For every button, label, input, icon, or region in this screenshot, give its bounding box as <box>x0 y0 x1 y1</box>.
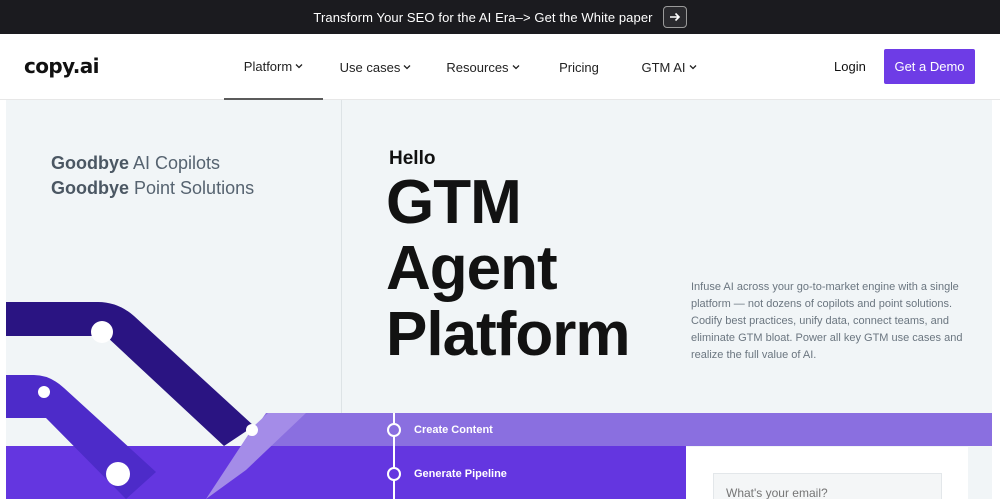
announcement-text[interactable]: Transform Your SEO for the AI Era–> Get … <box>313 10 652 25</box>
nav-item-label: GTM AI <box>641 59 686 75</box>
nav-item-platform[interactable]: Platform <box>224 34 323 100</box>
get-demo-button[interactable]: Get a Demo <box>884 49 975 84</box>
announcement-bar[interactable]: Transform Your SEO for the AI Era–> Get … <box>0 0 1000 34</box>
track-dot <box>246 424 258 436</box>
chevron-down-icon <box>295 64 303 69</box>
step-node <box>387 423 401 437</box>
track-dark <box>6 302 254 446</box>
step-node <box>387 467 401 481</box>
nav-item-label: Resources <box>446 59 509 75</box>
nav-item-use-cases[interactable]: Use cases <box>323 34 428 100</box>
nav-item-label: Pricing <box>559 59 599 75</box>
nav-menu: Platform Use cases Resources Pricing GTM… <box>224 34 718 100</box>
nav-item-resources[interactable]: Resources <box>428 34 538 100</box>
track-dot <box>91 321 113 343</box>
nav-item-label: Platform <box>243 58 293 74</box>
logo[interactable]: copy.ai <box>24 54 99 78</box>
hero-section: Goodbye AI Copilots Goodbye Point Soluti… <box>6 100 992 499</box>
step-create-content[interactable]: Create Content <box>414 424 493 436</box>
nav-item-label: Use cases <box>339 59 401 75</box>
main-nav: copy.ai Platform Use cases Resources Pri… <box>0 34 1000 100</box>
track-dot <box>38 386 50 398</box>
arrow-right-icon[interactable] <box>662 6 687 28</box>
chevron-down-icon <box>689 65 696 70</box>
nav-item-gtm-ai[interactable]: GTM AI <box>620 34 718 100</box>
step-generate-pipeline[interactable]: Generate Pipeline <box>414 468 507 480</box>
track-dot <box>106 462 130 486</box>
login-link[interactable]: Login <box>834 59 866 74</box>
chevron-down-icon <box>512 65 520 70</box>
chevron-down-icon <box>403 65 411 70</box>
nav-item-pricing[interactable]: Pricing <box>538 34 620 100</box>
email-input[interactable] <box>713 473 942 499</box>
track-graphic <box>6 302 992 499</box>
